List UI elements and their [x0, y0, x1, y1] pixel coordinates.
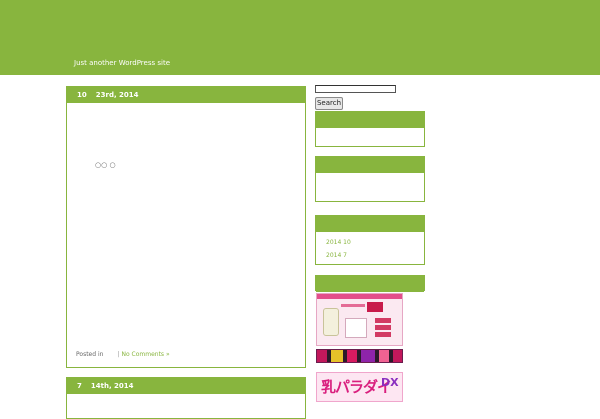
banner-stripe [347, 350, 357, 362]
post-content: ○○ ○ [95, 161, 116, 169]
post-meta-posted-in: Posted in [76, 351, 104, 358]
post-meta: Posted in | No Comments » [76, 351, 170, 358]
banner-stripe [393, 350, 402, 362]
sidebar-widget [315, 156, 425, 202]
post-date-header: 7 14th, 2014 [67, 378, 305, 394]
no-comments-link[interactable]: No Comments » [121, 351, 169, 358]
banner-ad-image[interactable]: 乳パラダイス DX [316, 372, 403, 402]
site-header: Just another WordPress site [0, 0, 600, 75]
archive-link-2014-10[interactable]: 2014 10 [326, 236, 424, 249]
post-date-month: 10 [77, 91, 87, 99]
widget-title-bar [316, 276, 424, 292]
banner-ad-image[interactable] [316, 349, 403, 363]
search-input[interactable] [315, 85, 396, 93]
sidebar-widget [315, 111, 425, 147]
banner-button [375, 325, 391, 330]
banner-stripe [317, 294, 402, 299]
sidebar-widget [315, 275, 425, 292]
banner-text-box [345, 318, 367, 338]
banner-stripe [379, 350, 389, 362]
search-button[interactable]: Search [315, 97, 343, 110]
post-date-month: 7 [77, 382, 82, 390]
archive-list: 2014 10 2014 7 [316, 232, 424, 262]
banner-badge [367, 302, 383, 312]
post-article: 10 23rd, 2014 ○○ ○ Posted in | No Comments … [66, 86, 306, 368]
banner-button [375, 332, 391, 337]
banner-stripe [317, 350, 327, 362]
post-date-day: 23rd, 2014 [95, 91, 139, 99]
banner-headline [341, 304, 365, 307]
banner-stripe [361, 350, 375, 362]
banner-logo-suffix: DX [381, 376, 399, 389]
widget-title-bar [316, 157, 424, 173]
banner-button [375, 318, 391, 323]
site-tagline: Just another WordPress site [74, 59, 171, 67]
banner-stripe [331, 350, 343, 362]
post-date-header: 10 23rd, 2014 [67, 87, 305, 103]
post-date-day: 14th, 2014 [90, 382, 134, 390]
banner-ad-image[interactable] [316, 293, 403, 346]
post-meta-separator: | [117, 351, 120, 358]
post-article: 7 14th, 2014 [66, 377, 306, 419]
widget-title-bar [316, 112, 424, 128]
bottle-image [323, 308, 339, 336]
archives-widget: 2014 10 2014 7 [315, 215, 425, 265]
archive-link-2014-7[interactable]: 2014 7 [326, 249, 424, 262]
widget-title-bar [316, 216, 424, 232]
